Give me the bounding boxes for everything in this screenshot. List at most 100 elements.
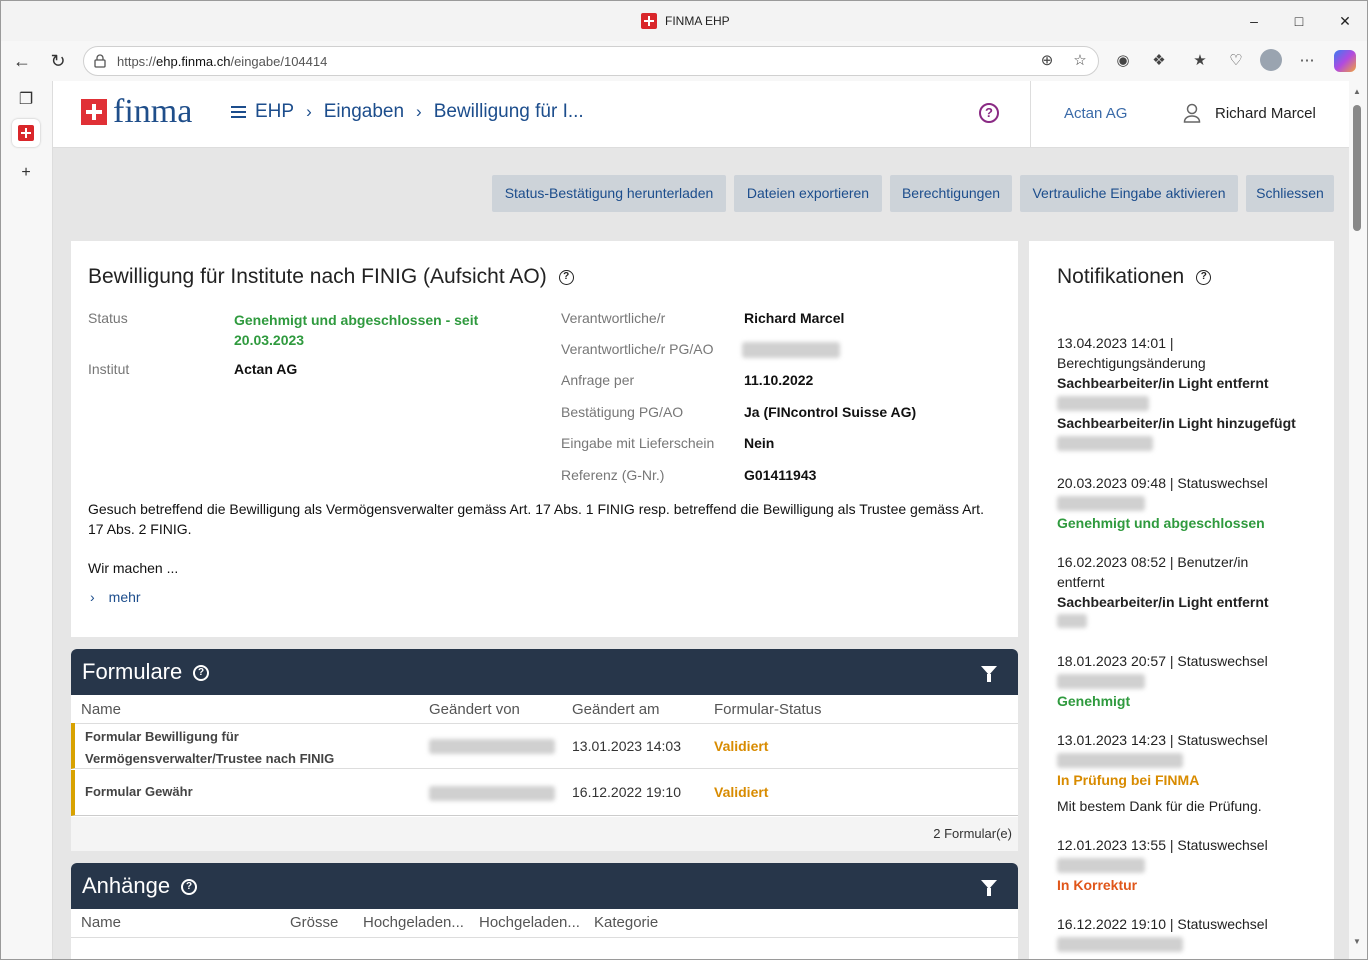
- form-status: Validiert: [714, 738, 769, 754]
- institut-label: Institut: [88, 361, 130, 377]
- browser-window: FINMA EHP – □ ✕ ← ↻ https://ehp.finma.ch…: [0, 0, 1368, 960]
- filter-icon[interactable]: [981, 880, 997, 896]
- zoom-icon[interactable]: ⊕: [1036, 50, 1058, 72]
- close-button[interactable]: Schliessen: [1246, 175, 1334, 212]
- redacted-name: [429, 786, 555, 801]
- column-header-size[interactable]: Grösse: [290, 914, 338, 931]
- puzzle-icon[interactable]: ❖: [1148, 50, 1170, 72]
- chevron-right-icon: ›: [306, 102, 312, 121]
- column-header-uploaded-by[interactable]: Hochgeladen...: [363, 914, 464, 931]
- table-footer: 2 Formular(e): [71, 817, 1018, 851]
- formulare-header: Formulare ?: [71, 649, 1018, 695]
- reload-button[interactable]: ↻: [45, 49, 71, 73]
- column-header-name[interactable]: Name: [81, 701, 121, 718]
- crumb-current: Bewilligung für I...: [433, 101, 584, 122]
- confidential-button[interactable]: Vertrauliche Eingabe aktivieren: [1020, 175, 1238, 212]
- table-row[interactable]: Formular Gewähr 16.12.2022 19:10 Validie…: [71, 770, 1018, 816]
- menu-icon[interactable]: [231, 103, 246, 121]
- organisation-switch[interactable]: Actan AG: [1064, 105, 1127, 122]
- extension-icon[interactable]: ◉: [1112, 50, 1134, 72]
- help-icon[interactable]: ?: [979, 103, 999, 123]
- request-value: 11.10.2022: [744, 372, 814, 388]
- responsible-value: Richard Marcel: [744, 310, 845, 326]
- help-icon[interactable]: ?: [558, 269, 574, 285]
- confirm-label: Bestätigung PG/AO: [561, 404, 684, 420]
- profile-avatar[interactable]: [1260, 49, 1282, 71]
- permissions-button[interactable]: Berechtigungen: [890, 175, 1012, 212]
- export-files-button[interactable]: Dateien exportieren: [734, 175, 882, 212]
- column-header-changed-by[interactable]: Geändert von: [429, 701, 520, 718]
- responsible-pg-label: Verantwortliche/r PG/AO: [561, 341, 714, 357]
- favorite-star-icon[interactable]: ☆: [1069, 50, 1091, 72]
- column-header-category[interactable]: Kategorie: [594, 914, 658, 931]
- page-content: finma EHP › Eingaben › Bewilligung für I…: [52, 81, 1349, 959]
- minimize-button[interactable]: –: [1239, 9, 1269, 33]
- favorites-icon[interactable]: ★: [1189, 50, 1211, 72]
- table-row[interactable]: Formular Bewilligung für Vermögensverwalt…: [71, 723, 1018, 769]
- request-label: Anfrage per: [561, 372, 635, 388]
- app-header: finma EHP › Eingaben › Bewilligung für I…: [53, 81, 1349, 148]
- reference-label: Referenz (G-Nr.): [561, 467, 665, 483]
- notification-item: 18.01.2023 20:57 | Statuswechsel Genehmi…: [1057, 653, 1268, 709]
- form-date: 16.12.2022 19:10: [572, 784, 681, 800]
- scroll-down-icon[interactable]: ▼: [1353, 937, 1361, 946]
- maximize-button[interactable]: □: [1284, 9, 1314, 33]
- crumb-ehp[interactable]: EHP: [255, 101, 294, 123]
- lock-icon: [94, 54, 106, 68]
- institut-value: Actan AG: [234, 361, 298, 377]
- filter-icon[interactable]: [981, 666, 997, 682]
- more-menu-icon[interactable]: ⋯: [1296, 50, 1318, 72]
- help-icon[interactable]: ?: [181, 879, 197, 895]
- notification-item: 20.03.2023 09:48 | Statuswechsel Genehmi…: [1057, 475, 1268, 531]
- column-header-name[interactable]: Name: [81, 914, 121, 931]
- address-bar[interactable]: https://ehp.finma.ch/eingabe/104414 ⊕ ☆: [83, 46, 1099, 76]
- column-header-status[interactable]: Formular-Status: [714, 701, 822, 718]
- redacted-name: [1057, 937, 1183, 952]
- redacted-name: [1057, 753, 1183, 768]
- tab-finma[interactable]: [12, 119, 40, 147]
- form-date: 13.01.2023 14:03: [572, 738, 681, 754]
- copilot-icon[interactable]: [1334, 50, 1356, 72]
- anhaenge-header: Anhänge ?: [71, 863, 1018, 909]
- new-tab-button[interactable]: +: [12, 159, 40, 187]
- redacted-name: [1057, 496, 1145, 511]
- redacted-name: [1057, 674, 1145, 689]
- redacted-name: [1057, 614, 1087, 628]
- redacted-name: [742, 342, 840, 358]
- chevron-right-icon: ›: [90, 589, 95, 605]
- redacted-name: [429, 739, 555, 754]
- status-label: Status: [88, 310, 128, 326]
- page-scrollbar[interactable]: ▲ ▼: [1349, 81, 1367, 959]
- crumb-eingaben[interactable]: Eingaben: [324, 101, 404, 123]
- help-icon[interactable]: ?: [193, 665, 209, 681]
- redacted-name: [1057, 858, 1145, 873]
- finma-logo[interactable]: finma: [81, 95, 192, 129]
- user-menu[interactable]: Richard Marcel: [1183, 103, 1316, 123]
- notification-item: 16.12.2022 19:10 | Statuswechsel: [1057, 914, 1317, 954]
- status-value: Genehmigt und abgeschlossen - seit 20.03.…: [234, 312, 479, 348]
- swiss-cross-icon: [81, 99, 107, 125]
- description-more: Wir machen ...: [88, 560, 179, 576]
- form-name: Formular Gewähr: [85, 784, 193, 799]
- notifications-title: Notifikationen?: [1057, 265, 1212, 289]
- status-download-button[interactable]: Status-Bestätigung herunterladen: [492, 175, 726, 212]
- health-icon[interactable]: ♡: [1225, 50, 1247, 72]
- form-name: Formular Bewilligung für Vermögensverwalt…: [85, 729, 335, 766]
- anhaenge-title: Anhänge: [82, 873, 171, 898]
- responsible-label: Verantwortliche/r: [561, 310, 666, 326]
- back-button[interactable]: ←: [9, 49, 35, 73]
- close-window-button[interactable]: ✕: [1330, 9, 1360, 33]
- scrollbar-thumb[interactable]: [1353, 105, 1361, 231]
- tab-actions-icon[interactable]: ❐: [12, 86, 40, 114]
- column-header-uploaded-at[interactable]: Hochgeladen...: [479, 914, 580, 931]
- column-header-changed-at[interactable]: Geändert am: [572, 701, 660, 718]
- window-title: FINMA EHP: [641, 13, 730, 29]
- scroll-up-icon[interactable]: ▲: [1353, 87, 1361, 96]
- notification-item: 16.02.2023 08:52 | Benutzer/in entfernt …: [1057, 552, 1317, 630]
- user-icon: [1183, 103, 1201, 123]
- url-text: https://ehp.finma.ch/eingabe/104414: [117, 54, 328, 69]
- delivery-label: Eingabe mit Lieferschein: [561, 435, 715, 451]
- more-link[interactable]: › mehr: [90, 589, 141, 605]
- redacted-name: [1057, 396, 1149, 411]
- help-icon[interactable]: ?: [1196, 269, 1212, 285]
